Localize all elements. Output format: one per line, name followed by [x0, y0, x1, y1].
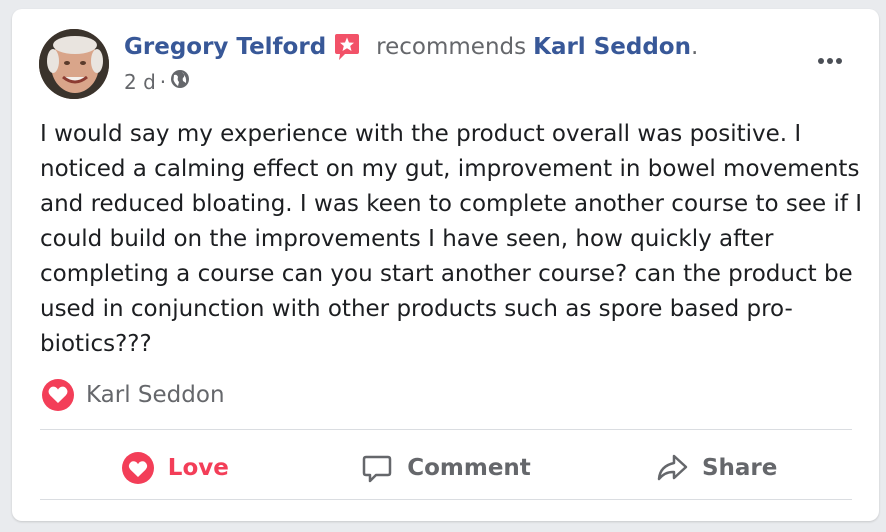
recommends-text: recommends	[376, 34, 527, 60]
action-bar: Love Comment Share	[40, 437, 852, 499]
more-dot-icon	[818, 58, 824, 64]
author-avatar[interactable]	[39, 29, 109, 99]
comment-icon	[362, 455, 392, 483]
more-options-button[interactable]	[813, 49, 847, 73]
more-dot-icon	[836, 58, 842, 64]
divider	[40, 499, 852, 500]
post-meta: 2 d ·	[124, 69, 190, 95]
globe-icon	[170, 69, 190, 95]
recommend-star-icon	[332, 32, 362, 62]
author-name[interactable]: Gregory Telford	[124, 32, 326, 62]
post-header: Gregory Telford recommends Karl Seddon .	[124, 32, 698, 62]
reaction-names: Karl Seddon	[86, 382, 225, 408]
share-icon	[657, 454, 688, 481]
comment-label: Comment	[407, 455, 531, 481]
heart-icon	[42, 379, 74, 411]
heart-icon	[121, 452, 154, 484]
share-button[interactable]: Share	[581, 437, 852, 499]
meta-separator: ·	[159, 70, 167, 94]
header-period: .	[690, 34, 699, 60]
page-name-link[interactable]: Karl Seddon	[533, 32, 691, 62]
share-label: Share	[701, 455, 778, 481]
post-card: Gregory Telford recommends Karl Seddon .…	[12, 9, 879, 521]
comment-button[interactable]: Comment	[311, 437, 582, 499]
reaction-summary[interactable]: Karl Seddon	[42, 379, 225, 411]
love-button[interactable]: Love	[40, 437, 311, 499]
divider	[40, 429, 852, 430]
post-body: I would say my experience with the produ…	[40, 121, 863, 357]
love-label: Love	[167, 455, 229, 481]
more-dot-icon	[827, 58, 833, 64]
post-timestamp[interactable]: 2 d	[124, 69, 156, 95]
